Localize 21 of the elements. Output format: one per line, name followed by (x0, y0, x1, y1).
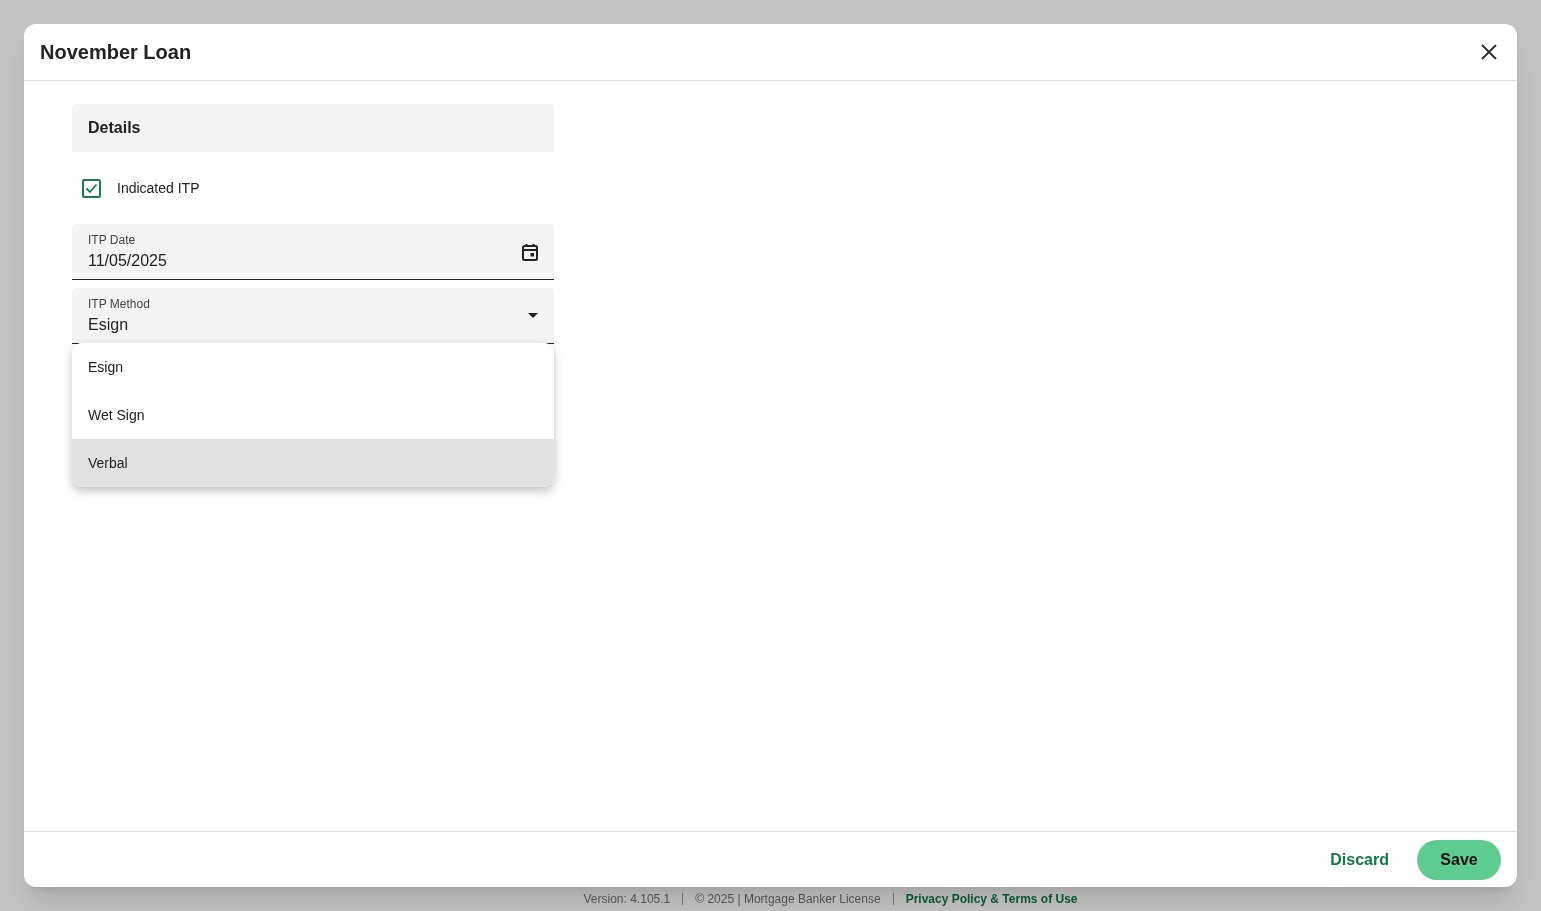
save-button[interactable]: Save (1417, 839, 1501, 880)
checkbox-label: Indicated ITP (117, 178, 200, 198)
privacy-link[interactable]: Privacy Policy & Terms of Use (905, 890, 1078, 908)
checkbox[interactable] (82, 178, 101, 198)
field-value: Esign (88, 314, 130, 335)
calendar-icon[interactable] (522, 242, 538, 261)
menu-option[interactable]: Wet Sign (72, 391, 554, 439)
caret-icon (528, 313, 538, 318)
menu-option[interactable]: Verbal (72, 439, 554, 487)
version-text: Version: 4.105.1 (583, 891, 671, 908)
menu-option[interactable]: Esign (72, 343, 554, 391)
check-icon (85, 181, 98, 195)
license-text: © 2025 | Mortgage Banker License (695, 891, 881, 908)
field-label: ITP Date (88, 231, 137, 249)
field-label: ITP Method (88, 295, 150, 313)
section-title: Details (88, 118, 141, 138)
method-select[interactable]: ITP Method Esign (72, 288, 554, 344)
date-field[interactable]: ITP Date 11/05/2025 (72, 224, 554, 280)
dialog-title: November Loan (40, 40, 192, 65)
field-value: 11/05/2025 (88, 250, 167, 271)
discard-button[interactable]: Discard (1322, 847, 1397, 872)
